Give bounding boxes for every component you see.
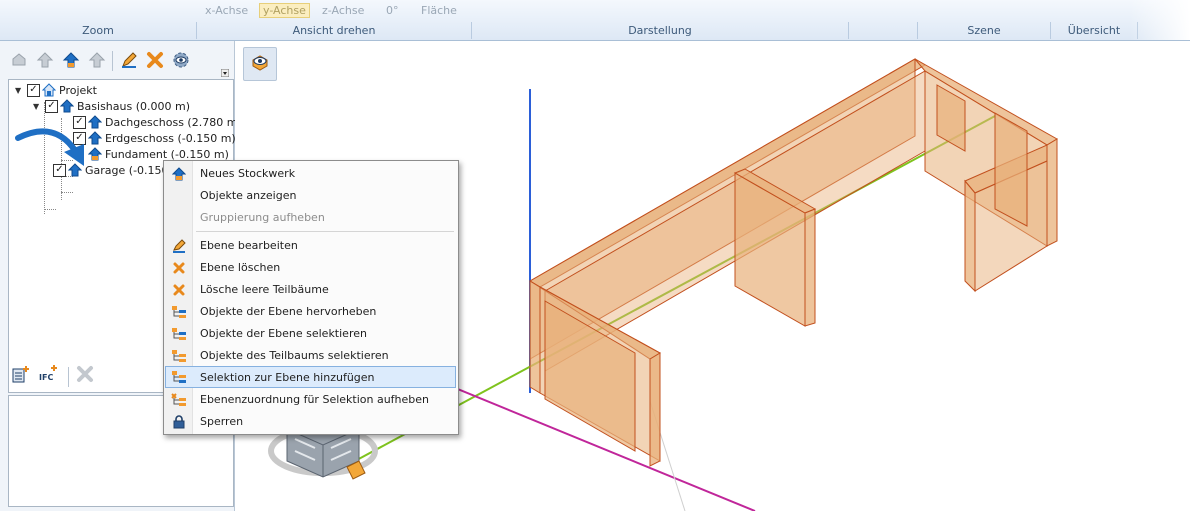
tree-connector [61,192,73,193]
wall-return-edge [964,179,976,293]
tree-node-label: Dachgeschoss (2.780 m) [105,115,242,129]
ifc-label: IFC [39,373,54,382]
level-icon [60,99,74,113]
menu-item-label: Lösche leere Teilbäume [200,283,329,296]
tree-node-basishaus[interactable]: ▼ ✓ Basishaus (0.000 m) [33,98,190,114]
collapse-icon[interactable]: ▼ [33,102,42,111]
tree-toolbar [8,47,234,77]
level-up-icon [166,166,192,181]
menu-item-label: Objekte anzeigen [200,189,297,202]
tree-node-label: Basishaus (0.000 m) [77,99,191,113]
door-opening [994,112,1028,227]
tree-node-dachgeschoss[interactable]: ✓ Dachgeschoss (2.780 m) [73,114,242,130]
toolbar-separator [112,51,113,71]
menu-item-label: Ebene löschen [200,261,281,274]
menu-item-label: Ebenenzuordnung für Selektion aufheben [200,393,430,406]
menu-item-label: Objekte des Teilbaums selektieren [200,349,389,362]
add-database-icon[interactable] [10,363,32,385]
x-axis-button[interactable]: x-Achse [205,4,248,17]
toolbar-separator [68,367,69,387]
group-zoom-label: Zoom [0,22,197,39]
menu-item-delete-empty-subtrees[interactable]: Lösche leere Teilbäume [166,279,454,300]
menu-item-label: Ebene bearbeiten [200,239,298,252]
menu-item-label: Objekte der Ebene hervorheben [200,305,377,318]
tree-node-label: Fundament (-0.150 m) [105,147,229,161]
move-level-down-icon[interactable] [8,49,30,71]
group-rotate-label: Ansicht drehen [197,22,472,39]
toolbar-overflow-icon[interactable] [220,69,230,77]
group-overview-label: Übersicht [1051,22,1138,39]
delete-x-icon [166,261,192,275]
tree-checkbox[interactable]: ✓ [45,99,58,113]
menu-item-lock[interactable]: Sperren [166,411,454,432]
tree-node-label: Projekt [59,83,97,97]
ribbon-group-labels: Zoom Ansicht drehen Darstellung Szene Üb… [0,22,1150,39]
tree-select-icon [166,349,192,363]
ribbon-fade [1130,0,1190,40]
tree-node-label: Erdgeschoss (-0.150 m) [105,131,236,145]
menu-item-add-selection-to-level[interactable]: Selektion zur Ebene hinzufügen [165,366,456,388]
tree-checkbox[interactable]: ✓ [27,83,40,97]
delete-x-icon[interactable] [144,49,166,71]
menu-item-label: Neues Stockwerk [200,167,296,180]
move-level-up-icon[interactable] [34,49,56,71]
project-house-icon [42,83,56,97]
menu-item-label: Objekte der Ebene selektieren [200,327,367,340]
menu-item-label: Gruppierung aufheben [200,211,325,224]
surface-button[interactable]: Fläche [421,4,457,17]
add-ifc-button[interactable]: IFC [36,363,62,385]
ribbon-top-row: x-Achse y-Achse z-Achse 0° Fläche [0,0,1150,22]
wall-right-edge [1046,138,1058,247]
menu-item-edit-level[interactable]: Ebene bearbeiten [166,235,454,256]
menu-item-ungroup[interactable]: Gruppierung aufheben [166,207,454,228]
pencil-icon [166,238,192,253]
level-up-grey-icon[interactable] [86,49,108,71]
lock-icon [166,414,192,429]
menu-item-select-subtree-objects[interactable]: Objekte des Teilbaums selektieren [166,345,454,366]
ribbon: x-Achse y-Achse z-Achse 0° Fläche Zoom A… [0,0,1190,41]
delete-x-icon [166,283,192,297]
tree-node-projekt[interactable]: ▼ ✓ Projekt [15,82,97,98]
tree-select-icon [166,305,192,319]
group-scene-label: Szene [918,22,1051,39]
tree-unassign-icon [166,392,192,407]
wall-left-post [529,280,541,394]
tree-select-icon [166,327,192,341]
y-axis-button[interactable]: y-Achse [259,3,310,18]
menu-item-select-level-objects[interactable]: Objekte der Ebene selektieren [166,323,454,344]
menu-item-delete-level[interactable]: Ebene löschen [166,257,454,278]
menu-item-highlight-objects[interactable]: Objekte der Ebene hervorheben [166,301,454,322]
visibility-gear-icon[interactable] [170,49,192,71]
menu-item-new-level[interactable]: Neues Stockwerk [166,163,454,184]
wall-partition-edge [804,208,816,327]
menu-item-remove-level-assignment[interactable]: Ebenenzuordnung für Selektion aufheben [166,389,454,410]
menu-item-show-objects[interactable]: Objekte anzeigen [166,185,454,206]
z-axis-button[interactable]: z-Achse [322,4,364,17]
tree-node-erdgeschoss[interactable]: ✓ Erdgeschoss (-0.150 m) [73,130,236,146]
level-up-blue-icon[interactable] [60,49,82,71]
tree-select-icon [166,370,192,384]
group-display-label: Darstellung [472,22,849,39]
pencil-icon[interactable] [118,49,140,71]
delete-grey-icon[interactable] [74,363,96,385]
wall-left-edge [649,352,661,467]
group-blank [849,22,918,39]
collapse-icon[interactable]: ▼ [15,86,24,95]
context-menu: Neues Stockwerk Objekte anzeigen Gruppie… [163,160,459,435]
menu-separator [196,231,454,232]
menu-item-label: Sperren [200,415,244,428]
angle-zero-button[interactable]: 0° [386,4,399,17]
menu-item-label: Selektion zur Ebene hinzufügen [200,370,375,384]
annotation-arrow-icon [15,128,84,166]
tree-connector [44,209,56,210]
